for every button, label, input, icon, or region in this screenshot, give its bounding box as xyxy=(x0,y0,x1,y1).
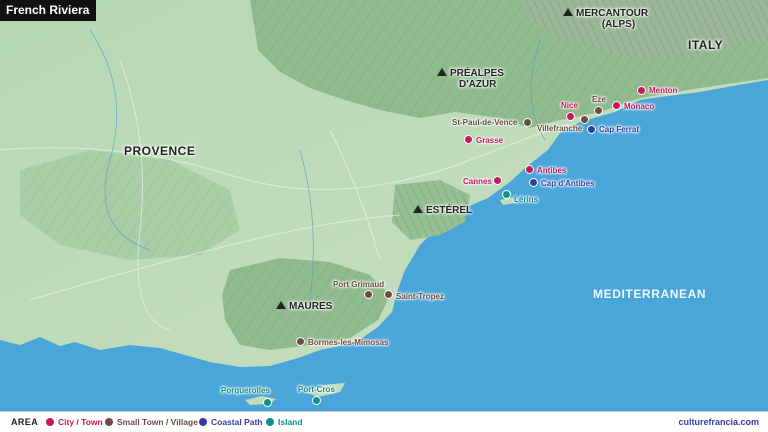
label-antibes[interactable]: Antibes xyxy=(537,166,566,175)
label-monaco[interactable]: Monaco xyxy=(624,102,654,111)
marker-menton[interactable] xyxy=(637,86,646,95)
label-cannes[interactable]: Cannes xyxy=(463,177,492,186)
path-dot-icon xyxy=(199,418,207,426)
label-porquerolles[interactable]: Porquerolles xyxy=(221,386,270,395)
mountain-icon xyxy=(563,8,573,16)
marker-port-cros[interactable] xyxy=(312,396,321,405)
prealpes-label: PRÉALPES xyxy=(450,68,504,79)
marker-nice[interactable] xyxy=(566,112,575,121)
legend-title: AREA xyxy=(11,417,39,427)
village-dot-icon xyxy=(105,418,113,426)
mountain-icon xyxy=(413,205,423,213)
credit-link[interactable]: culturefrancia.com xyxy=(678,417,759,427)
marker-port-grimaud[interactable] xyxy=(364,290,373,299)
alps-label: (ALPS) xyxy=(601,19,636,30)
legend-bar: AREA City / Town Small Town / Village Co… xyxy=(0,411,768,432)
label-saint-tropez[interactable]: Saint-Tropez xyxy=(396,292,444,301)
legend-label-path: Coastal Path xyxy=(211,417,263,427)
region-label-italy: ITALY xyxy=(688,38,724,52)
mercantour-label: MERCANTOUR xyxy=(576,8,649,19)
mountain-label-maures: MAURES xyxy=(276,301,332,312)
region-label-mediterranean: MEDITERRANEAN xyxy=(593,287,707,301)
region-label-provence: PROVENCE xyxy=(124,144,196,158)
label-grasse[interactable]: Grasse xyxy=(476,136,503,145)
marker-saint-tropez[interactable] xyxy=(384,290,393,299)
dazur-label: D'AZUR xyxy=(459,79,497,90)
legend-item-island: Island xyxy=(266,417,303,427)
label-cap-ferrat[interactable]: Cap Ferrat xyxy=(599,125,639,134)
mountain-label-mercantour: MERCANTOUR (ALPS) xyxy=(563,8,648,30)
marker-bormes-les-mimosas[interactable] xyxy=(296,337,305,346)
mountain-icon xyxy=(437,68,447,76)
legend-label-city: City / Town xyxy=(58,417,103,427)
marker-villefranche[interactable] xyxy=(580,115,589,124)
map-stage: French Riviera PROVENCE ITALY MEDITERRAN… xyxy=(0,0,768,432)
marker-cap-dantibes[interactable] xyxy=(529,178,538,187)
maures-label: MAURES xyxy=(289,301,333,312)
legend-label-village: Small Town / Village xyxy=(117,417,198,427)
legend-item-city: City / Town xyxy=(46,417,103,427)
marker-porquerolles[interactable] xyxy=(263,398,272,407)
marker-antibes[interactable] xyxy=(525,165,534,174)
terrain-map xyxy=(0,0,768,411)
label-port-grimaud[interactable]: Port Grimaud xyxy=(333,280,384,289)
label-eze[interactable]: Eze xyxy=(592,95,606,104)
marker-cap-ferrat[interactable] xyxy=(587,125,596,134)
legend-label-island: Island xyxy=(278,417,303,427)
mountain-label-prealpes: PRÉALPES D'AZUR xyxy=(437,68,504,90)
map-title: French Riviera xyxy=(0,0,97,21)
marker-eze[interactable] xyxy=(594,106,603,115)
label-port-cros[interactable]: Port-Cros xyxy=(298,385,335,394)
label-menton[interactable]: Menton xyxy=(649,86,677,95)
marker-monaco[interactable] xyxy=(612,101,621,110)
city-dot-icon xyxy=(46,418,54,426)
esterel-label: ESTÉREL xyxy=(426,205,473,216)
label-nice[interactable]: Nice xyxy=(561,101,578,110)
legend-item-village: Small Town / Village xyxy=(105,417,198,427)
label-bormes-les-mimosas[interactable]: Bormes-les-Mimosas xyxy=(308,338,388,347)
label-villefranche[interactable]: Villefranche xyxy=(537,124,582,133)
marker-cannes[interactable] xyxy=(493,176,502,185)
label-cap-dantibes[interactable]: Cap d'Antibes xyxy=(541,179,594,188)
marker-st-paul-de-vence[interactable] xyxy=(523,118,532,127)
mountain-label-esterel: ESTÉREL xyxy=(413,205,472,216)
marker-lerins[interactable] xyxy=(502,190,511,199)
island-dot-icon xyxy=(266,418,274,426)
legend-item-path: Coastal Path xyxy=(199,417,263,427)
marker-grasse[interactable] xyxy=(464,135,473,144)
label-st-paul-de-vence[interactable]: St-Paul-de-Vence xyxy=(452,118,517,127)
mountain-icon xyxy=(276,301,286,309)
label-lerins[interactable]: Lérins xyxy=(514,195,538,204)
